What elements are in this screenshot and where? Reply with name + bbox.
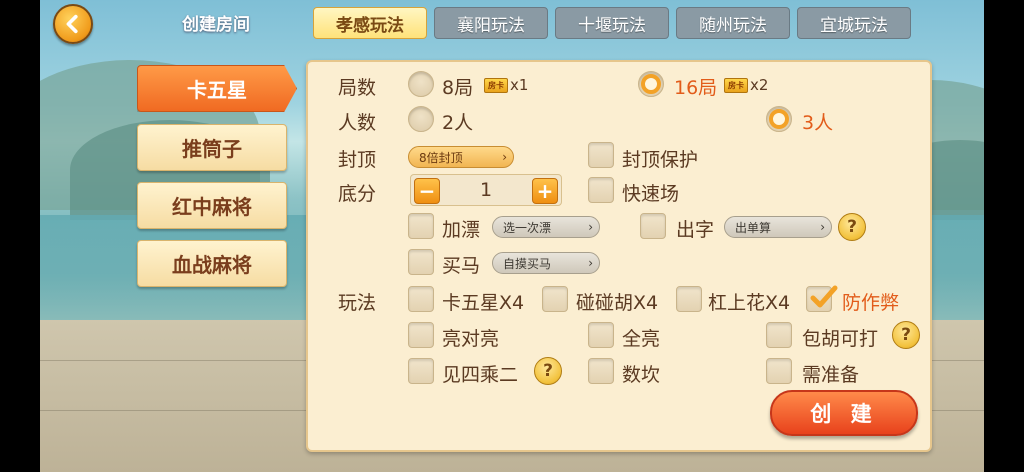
sidebar-item-kawuxing[interactable]: 卡五星 [137, 65, 297, 112]
base-value: 1 [479, 179, 493, 201]
page-title: 创建房间 [182, 15, 250, 35]
rule-ready-label: 需准备 [802, 364, 860, 386]
maima-checkbox[interactable] [408, 249, 434, 275]
rounds-16-radio[interactable] [638, 71, 664, 97]
chuzi-help-icon[interactable]: ? [838, 213, 866, 241]
rule-shukan-checkbox[interactable] [588, 358, 614, 384]
rule-baohu-label: 包胡可打 [802, 328, 879, 350]
back-button[interactable] [53, 4, 93, 44]
rule-ready-checkbox[interactable] [766, 358, 792, 384]
create-button[interactable]: 创 建 [770, 390, 918, 436]
checkmark-icon [810, 285, 838, 308]
rounds-8-label: 8局 [442, 77, 474, 99]
players-3-radio[interactable] [766, 106, 792, 132]
rule-liangduiliang-label: 亮对亮 [442, 328, 500, 350]
sidebar-item-hongzhong[interactable]: 红中麻将 [137, 182, 287, 229]
chuzi-dropdown[interactable]: 出单算 › [724, 216, 832, 238]
game-screen: 创建房间 孝感玩法 襄阳玩法 十堰玩法 随州玩法 宜城玩法 卡五星 推筒子 红中… [40, 0, 984, 472]
fast-label: 快速场 [622, 183, 680, 205]
base-stepper: − 1 + [410, 174, 562, 206]
sidebar-item-xuezhan[interactable]: 血战麻将 [137, 240, 287, 287]
settings-panel: 局数 8局 房卡 x1 16局 房卡 x2 人数 2人 3人 封顶 8倍封顶 ›… [306, 60, 932, 452]
tab-suizhou[interactable]: 随州玩法 [676, 7, 790, 39]
top-bar: 创建房间 孝感玩法 襄阳玩法 十堰玩法 随州玩法 宜城玩法 [40, 0, 984, 48]
piao-dropdown-value: 选一次漂 [503, 220, 552, 235]
maima-dropdown-value: 自摸买马 [503, 256, 552, 271]
rounds-8-cost-value: x1 [510, 76, 529, 94]
cap-label: 封顶 [338, 149, 377, 171]
rule-pengpenghu-checkbox[interactable] [542, 286, 568, 312]
players-2-label: 2人 [442, 112, 474, 134]
room-card-icon: 房卡 [484, 77, 508, 93]
tab-xiangyang[interactable]: 襄阳玩法 [434, 7, 548, 39]
cap-dropdown[interactable]: 8倍封顶 › [408, 146, 514, 168]
rule-shukan-label: 数坎 [622, 364, 661, 386]
rule-quanliang-label: 全亮 [622, 328, 661, 350]
base-label: 底分 [338, 183, 377, 205]
rule-liangduiliang-checkbox[interactable] [408, 322, 434, 348]
players-2-radio[interactable] [408, 106, 434, 132]
rounds-label: 局数 [338, 77, 377, 99]
plus-button[interactable]: + [532, 178, 558, 204]
cap-protect-checkbox[interactable] [588, 142, 614, 168]
rule-gangshanghua-checkbox[interactable] [676, 286, 702, 312]
tab-shiyan[interactable]: 十堰玩法 [555, 7, 669, 39]
rounds-8-cost: 房卡 x1 [484, 76, 528, 94]
maima-label: 买马 [442, 255, 481, 277]
rule-kawuxing-label: 卡五星X4 [442, 292, 525, 314]
rounds-8-radio[interactable] [408, 71, 434, 97]
rule-jiansi-checkbox[interactable] [408, 358, 434, 384]
rounds-16-cost: 房卡 x2 [724, 76, 768, 94]
rounds-16-label: 16局 [674, 77, 718, 99]
chevron-right-icon: › [502, 150, 507, 164]
rule-jiansi-label: 见四乘二 [442, 364, 519, 386]
minus-button[interactable]: − [414, 178, 440, 204]
chuzi-checkbox[interactable] [640, 213, 666, 239]
chuzi-dropdown-value: 出单算 [735, 220, 772, 235]
maima-dropdown[interactable]: 自摸买马 › [492, 252, 600, 274]
rule-anticheat-label: 防作弊 [842, 292, 900, 314]
back-arrow-icon [66, 14, 78, 34]
sidebar-item-tuitongzi[interactable]: 推筒子 [137, 124, 287, 171]
tab-yicheng[interactable]: 宜城玩法 [797, 7, 911, 39]
fast-checkbox[interactable] [588, 177, 614, 203]
players-3-label: 3人 [802, 112, 834, 134]
players-label: 人数 [338, 112, 377, 134]
rule-anticheat-checkbox[interactable] [806, 285, 838, 312]
cap-protect-label: 封顶保护 [622, 149, 699, 171]
rule-quanliang-checkbox[interactable] [588, 322, 614, 348]
jiansi-help-icon[interactable]: ? [534, 357, 562, 385]
room-card-icon: 房卡 [724, 77, 748, 93]
chuzi-label: 出字 [676, 219, 715, 241]
tab-xiaogan[interactable]: 孝感玩法 [313, 7, 427, 39]
rule-gangshanghua-label: 杠上花X4 [708, 292, 791, 314]
chevron-right-icon: › [588, 220, 593, 234]
chevron-right-icon: › [820, 220, 825, 234]
rounds-16-cost-value: x2 [750, 76, 769, 94]
rule-baohu-checkbox[interactable] [766, 322, 792, 348]
piao-checkbox[interactable] [408, 213, 434, 239]
rule-pengpenghu-label: 碰碰胡X4 [576, 292, 659, 314]
piao-label: 加漂 [442, 219, 481, 241]
chevron-right-icon: › [588, 256, 593, 270]
cap-dropdown-value: 8倍封顶 [419, 150, 463, 165]
rules-label: 玩法 [338, 292, 377, 314]
rule-kawuxing-checkbox[interactable] [408, 286, 434, 312]
piao-dropdown[interactable]: 选一次漂 › [492, 216, 600, 238]
baohu-help-icon[interactable]: ? [892, 321, 920, 349]
